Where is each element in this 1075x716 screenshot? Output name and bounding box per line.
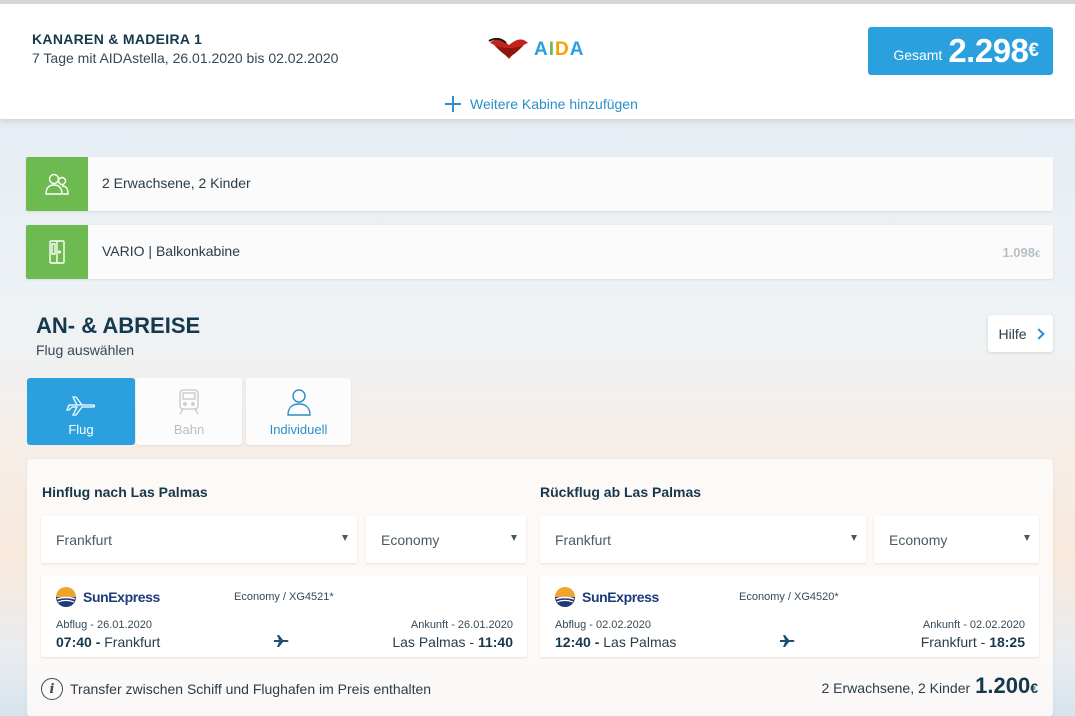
tab-individual[interactable]: Individuell <box>246 378 351 445</box>
travelers-text: 2 Erwachsene, 2 Kinder <box>102 175 251 191</box>
outbound-flight-card[interactable]: SunExpress Economy / XG4521* Abflug - 26… <box>41 576 527 657</box>
outbound-arrival: Las Palmas - 11:40 <box>392 634 513 650</box>
travelers-summary[interactable]: 2 Erwachsene, 2 Kinder <box>26 157 1053 211</box>
return-fare: Economy / XG4520* <box>739 591 839 603</box>
section-subtitle: Flug auswählen <box>36 342 135 358</box>
tab-individual-label: Individuell <box>269 422 328 437</box>
section-title: AN- & ABREISE <box>36 313 201 338</box>
cabin-price-value: 1.098 <box>1002 245 1035 260</box>
outbound-class-value: Economy <box>381 531 440 548</box>
return-arrival: Frankfurt - 18:25 <box>921 634 1025 650</box>
return-dep-label: Abflug - 02.02.2020 <box>555 619 652 631</box>
cruise-name: KANAREN & MADEIRA 1 <box>32 31 203 47</box>
outbound-airport-value: Frankfurt <box>56 531 113 548</box>
caret-down-icon <box>851 535 857 541</box>
caret-down-icon <box>342 535 348 541</box>
travelers-icon <box>26 157 88 211</box>
aida-logo: AIDA <box>488 32 598 68</box>
add-cabin-button[interactable]: Weitere Kabine hinzufügen <box>444 94 638 114</box>
plane-icon <box>274 635 289 647</box>
outbound-dep-time: 07:40 - <box>56 634 105 650</box>
return-arr-label: Ankunft - 02.02.2020 <box>922 619 1025 631</box>
aida-logo-text: AIDA <box>534 39 585 60</box>
chevron-right-icon <box>1032 327 1045 340</box>
return-arr-place: Frankfurt - <box>920 634 990 650</box>
return-arr-time: 18:25 <box>989 634 1025 650</box>
total-currency: € <box>1028 40 1039 61</box>
tab-train-label: Bahn <box>173 422 205 437</box>
help-button[interactable]: Hilfe <box>988 315 1053 352</box>
return-class-select[interactable]: Economy <box>874 516 1039 563</box>
return-airline: SunExpress <box>554 586 659 608</box>
flight-price: 2 Erwachsene, 2 Kinder 1.200€ <box>822 673 1039 699</box>
outbound-title: Hinflug nach Las Palmas <box>42 484 208 500</box>
outbound-dep-label: Abflug - 26.01.2020 <box>56 619 153 631</box>
total-label: Gesamt <box>893 47 943 63</box>
train-icon <box>179 389 199 415</box>
return-title: Rückflug ab Las Palmas <box>540 484 702 500</box>
flight-price-currency: € <box>1030 680 1038 696</box>
flight-price-label: 2 Erwachsene, 2 Kinder <box>821 680 971 696</box>
return-dep-time: 12:40 - <box>555 634 604 650</box>
airline-logo-icon <box>56 587 76 607</box>
tab-flight[interactable]: Flug <box>27 378 135 445</box>
return-airport-value: Frankfurt <box>555 531 612 548</box>
outbound-departure: 07:40 - Frankfurt <box>56 634 160 650</box>
return-class-value: Economy <box>889 531 948 548</box>
return-flight-card[interactable]: SunExpress Economy / XG4520* Abflug - 02… <box>540 576 1039 657</box>
help-label: Hilfe <box>998 325 1027 342</box>
outbound-arr-label: Ankunft - 26.01.2020 <box>410 619 513 631</box>
plane-icon <box>780 635 795 647</box>
add-cabin-label: Weitere Kabine hinzufügen <box>470 96 638 112</box>
airline-logo-icon <box>555 587 575 607</box>
cabin-price-currency: € <box>1034 249 1040 259</box>
cabin-text: VARIO | Balkonkabine <box>102 243 241 259</box>
transfer-note-text: Transfer zwischen Schiff und Flughafen i… <box>70 681 432 697</box>
outbound-arr-place: Las Palmas - <box>392 634 478 650</box>
header-bar: KANAREN & MADEIRA 1 7 Tage mit AIDAstell… <box>0 0 1075 119</box>
plane-icon <box>66 396 96 416</box>
outbound-dep-place: Frankfurt <box>104 634 161 650</box>
cabin-icon <box>26 225 88 279</box>
plus-icon <box>444 95 462 113</box>
caret-down-icon <box>1024 535 1030 541</box>
person-icon <box>286 389 311 416</box>
flight-price-value: 1.200 <box>975 673 1031 698</box>
tab-flight-label: Flug <box>68 422 94 437</box>
info-icon[interactable]: i <box>41 678 63 700</box>
outbound-airport-select[interactable]: Frankfurt <box>41 516 357 563</box>
return-dep-place: Las Palmas <box>603 634 677 650</box>
total-value: 2.298 <box>948 32 1029 69</box>
transfer-note: i Transfer zwischen Schiff und Flughafen… <box>41 678 431 700</box>
return-airline-name: SunExpress <box>582 589 659 605</box>
outbound-arr-time: 11:40 <box>477 634 513 650</box>
return-departure: 12:40 - Las Palmas <box>555 634 676 650</box>
total-price-badge: Gesamt 2.298 € <box>868 27 1053 75</box>
return-airport-select[interactable]: Frankfurt <box>540 516 866 563</box>
outbound-airline: SunExpress <box>55 586 160 608</box>
cabin-price: 1.098€ <box>1002 245 1040 260</box>
outbound-airline-name: SunExpress <box>83 589 160 605</box>
caret-down-icon <box>511 535 517 541</box>
outbound-class-select[interactable]: Economy <box>366 516 526 563</box>
cruise-details: 7 Tage mit AIDAstella, 26.01.2020 bis 02… <box>32 50 339 66</box>
cabin-summary[interactable]: VARIO | Balkonkabine 1.098€ <box>26 225 1053 279</box>
flight-price-amount: 1.200€ <box>975 673 1038 699</box>
tab-train: Bahn <box>136 378 242 445</box>
outbound-fare: Economy / XG4521* <box>234 591 334 603</box>
aida-lips-icon <box>488 37 528 59</box>
